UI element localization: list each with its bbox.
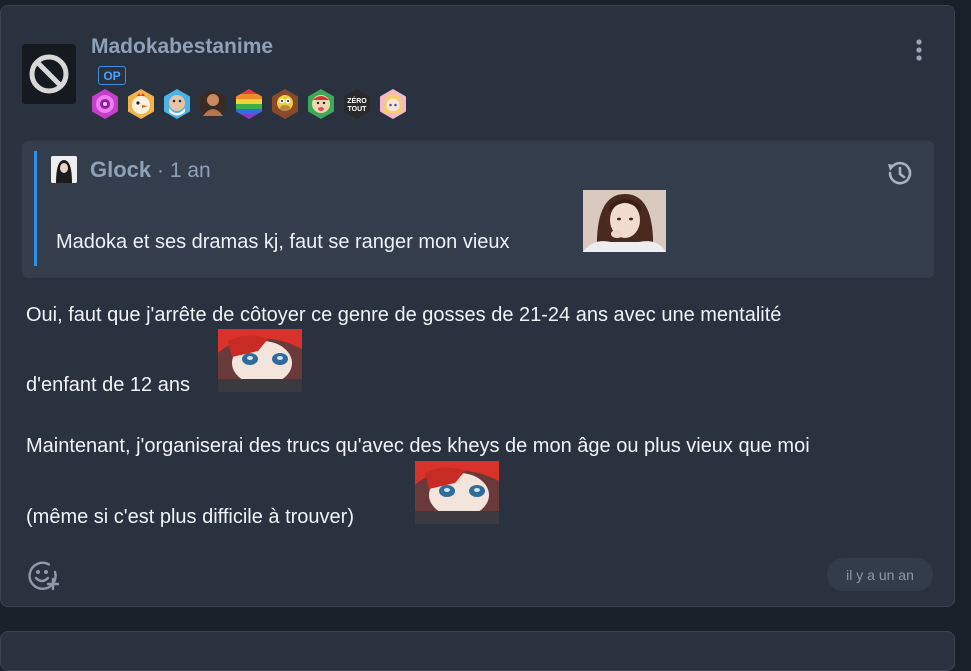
girl-photo-sticker[interactable] <box>583 190 666 252</box>
chicken-badge-icon[interactable] <box>125 88 157 120</box>
quote-text: Madoka et ses dramas kj, faut se ranger … <box>56 231 510 253</box>
quote-time: 1 an <box>169 159 211 182</box>
red-hair-doll-sticker[interactable] <box>218 329 302 392</box>
svg-text:ZÉRO: ZÉRO <box>347 96 367 105</box>
quoted-message: Glock · 1 an Madoka et ses dramas kj, fa… <box>22 141 934 278</box>
quote-header: Glock · 1 an <box>90 157 211 183</box>
badge-row: ZÉRO TOUT <box>89 88 409 120</box>
rainbow-badge-icon[interactable] <box>233 88 265 120</box>
message-line-2: d'enfant de 12 ans <box>26 374 190 396</box>
post-menu-button[interactable] <box>905 36 933 64</box>
next-post-card <box>0 631 955 671</box>
quote-separator: · <box>151 159 170 182</box>
post-timestamp[interactable]: il y a un an <box>827 558 933 591</box>
post-card: Madokabestanime OP ZÉRO TOUT Glock · 1 a… <box>0 5 955 607</box>
homer-badge-icon[interactable] <box>269 88 301 120</box>
history-icon <box>888 161 912 185</box>
message-line-4: (même si c'est plus difficile à trouver) <box>26 506 354 528</box>
zero-tout-badge-icon[interactable]: ZÉRO TOUT <box>341 88 373 120</box>
history-button[interactable] <box>884 158 914 188</box>
spiral-badge-icon[interactable] <box>89 88 121 120</box>
message-line-1: Oui, faut que j'arrête de côtoyer ce gen… <box>26 304 782 326</box>
banned-avatar-icon <box>29 54 69 94</box>
quote-author-avatar[interactable] <box>51 156 77 183</box>
add-reaction-button[interactable] <box>27 559 60 591</box>
svg-text:TOUT: TOUT <box>348 106 368 113</box>
kebab-menu-icon <box>916 39 922 61</box>
tongue-face-badge-icon[interactable] <box>305 88 337 120</box>
op-badge: OP <box>98 66 126 85</box>
quote-author-name[interactable]: Glock <box>90 157 151 182</box>
message-line-3: Maintenant, j'organiserai des trucs qu'a… <box>26 435 810 457</box>
quote-bar <box>34 151 37 266</box>
red-hair-doll-sticker[interactable] <box>415 461 499 524</box>
anime-girl-badge-icon[interactable] <box>377 88 409 120</box>
username[interactable]: Madokabestanime <box>91 35 273 59</box>
add-reaction-icon <box>28 561 60 591</box>
user-avatar[interactable] <box>22 44 76 104</box>
muscle-man-badge-icon[interactable] <box>197 88 229 120</box>
old-man-badge-icon[interactable] <box>161 88 193 120</box>
